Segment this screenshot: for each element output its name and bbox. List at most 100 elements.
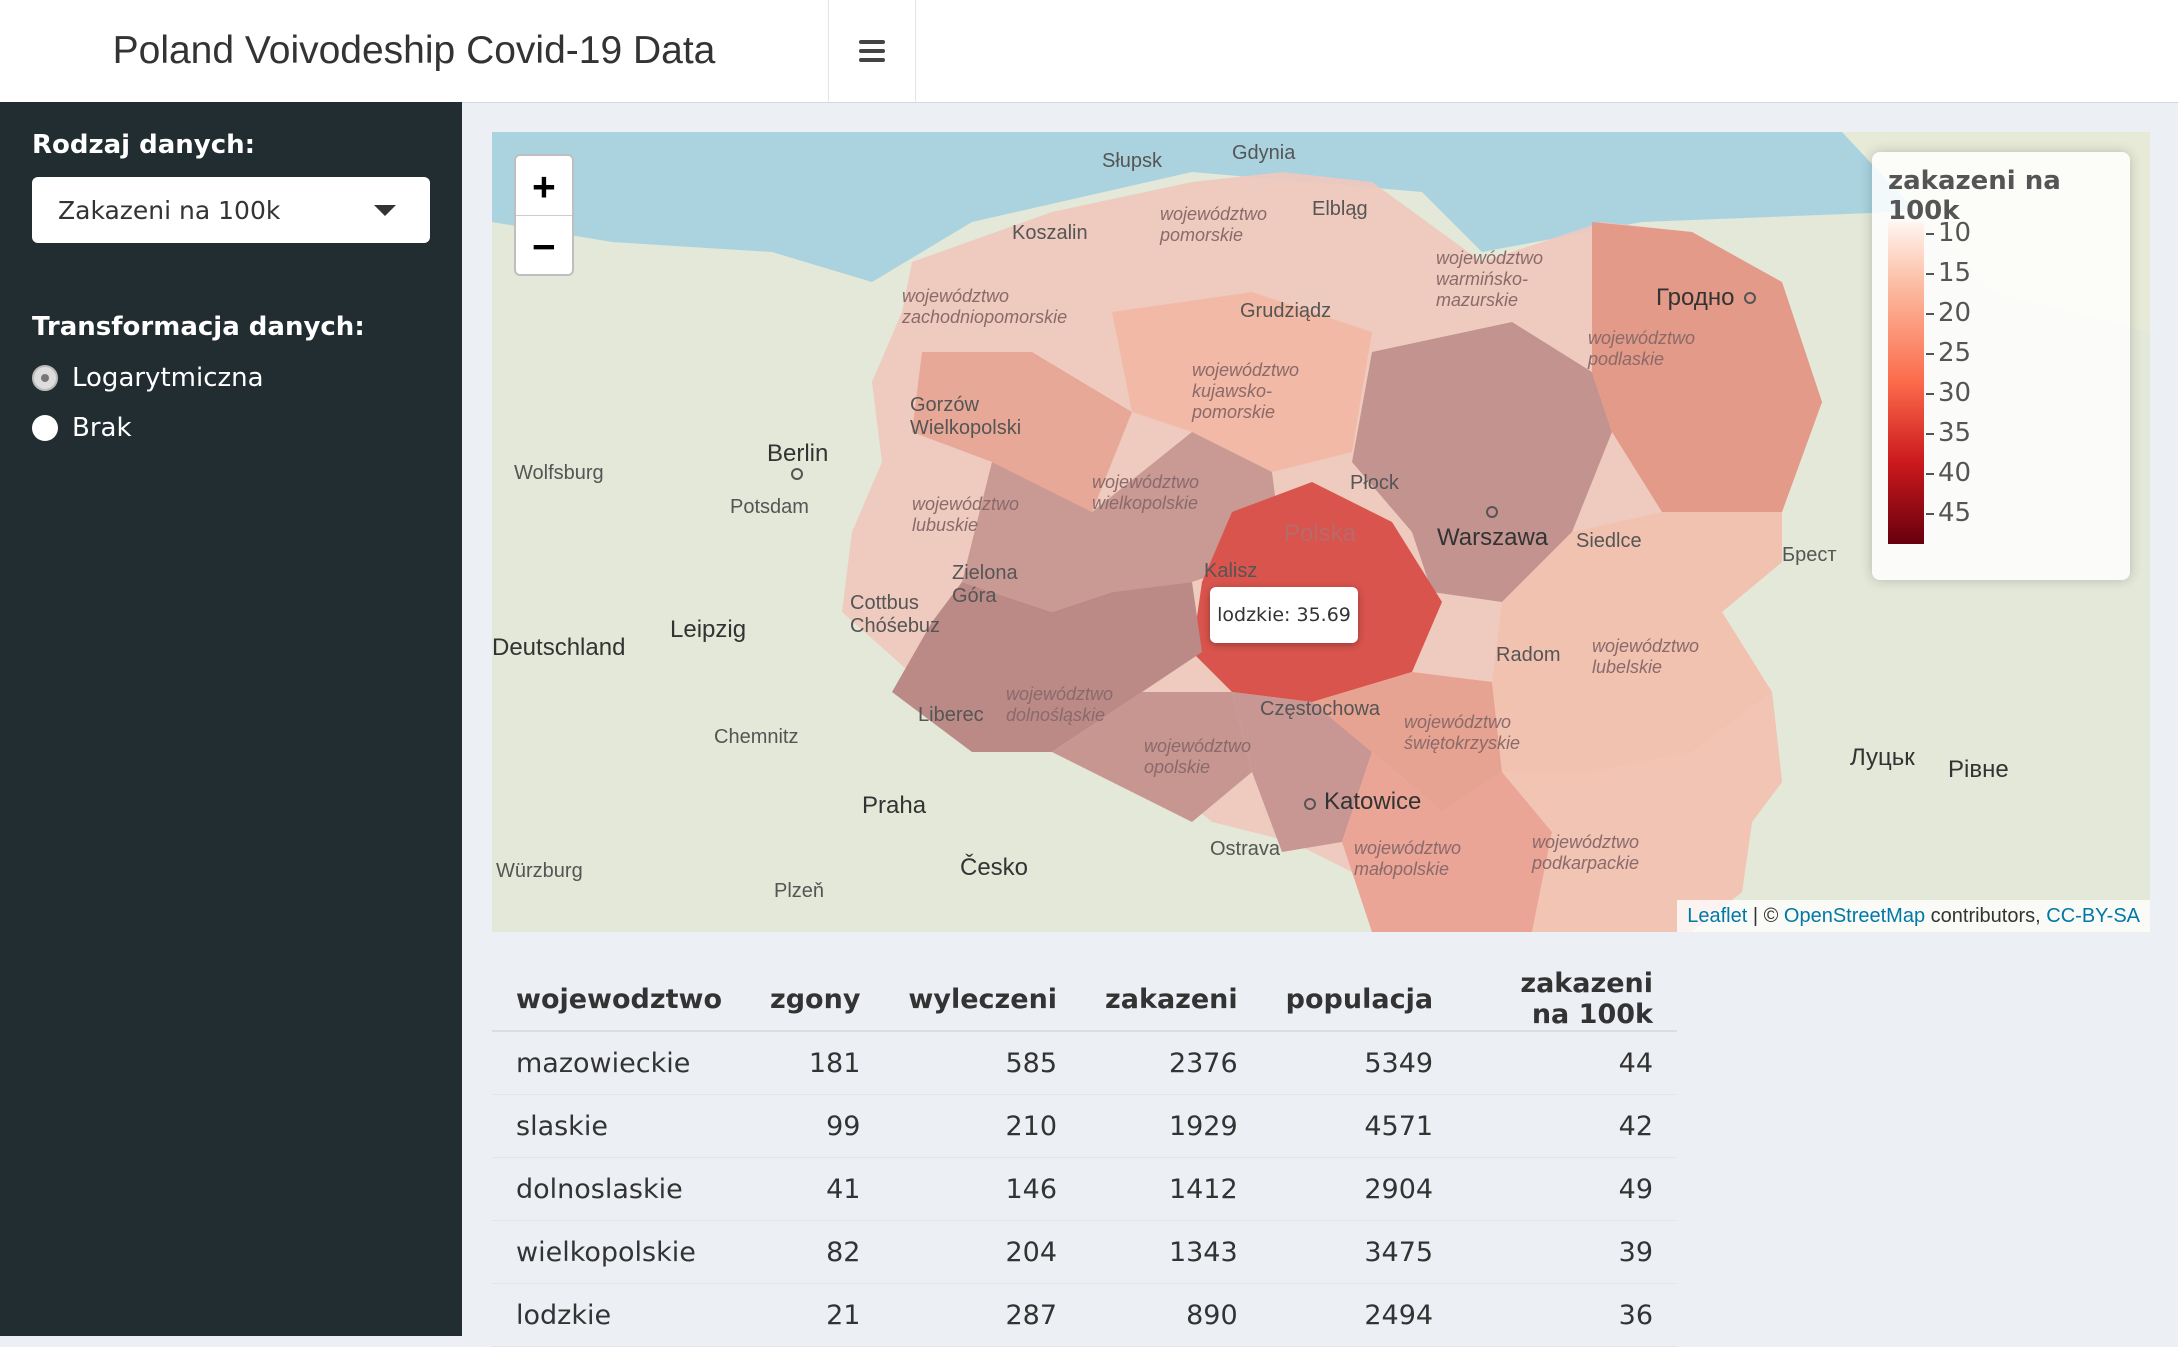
table-cell: slaskie bbox=[492, 1094, 746, 1158]
map-label-kalisz: Kalisz bbox=[1204, 560, 1258, 582]
region-label-kujawsko-pomorskie: województwo kujawsko-pomorskie bbox=[1192, 360, 1300, 422]
column-header[interactable]: zgony bbox=[746, 968, 885, 1032]
legend-color-bar bbox=[1888, 222, 1924, 544]
map-label-katowice: Katowice bbox=[1324, 788, 1422, 815]
sidebar: Rodzaj danych: Zakazeni na 100k Transfor… bbox=[0, 102, 462, 1336]
table-row: wielkopolskie 82 204 1343 3475 39 bbox=[492, 1220, 1677, 1284]
table-cell: 42 bbox=[1457, 1094, 1677, 1158]
map-label-wurzburg: Würzburg bbox=[496, 860, 583, 882]
table-cell: 2494 bbox=[1261, 1283, 1458, 1347]
map-label-cesko: Česko bbox=[960, 854, 1029, 881]
data-type-label: Rodzaj danych: bbox=[32, 130, 256, 160]
table-row: dolnoslaskie 41 146 1412 2904 49 bbox=[492, 1157, 1677, 1221]
legend-tick: 25 bbox=[1926, 338, 1971, 368]
map-label-cottbus: Cottbus Chóśebuz bbox=[850, 592, 941, 637]
column-header[interactable]: populacja bbox=[1261, 968, 1458, 1032]
table-header-row: wojewodztwo zgony wyleczeni zakazeni pop… bbox=[492, 968, 1677, 1032]
table-cell: 44 bbox=[1457, 1031, 1677, 1095]
region-label-swietokrzyskie: województwo świętokrzyskie bbox=[1404, 712, 1521, 753]
leaflet-map[interactable]: Słupsk Gdynia Elbląg Koszalin Grudziądz … bbox=[492, 132, 2150, 932]
legend-tick: 40 bbox=[1926, 458, 1971, 488]
radio-checked-icon[interactable] bbox=[32, 365, 58, 391]
table-cell: 82 bbox=[746, 1220, 885, 1284]
region-label-lubuskie: województwo lubuskie bbox=[912, 494, 1020, 535]
radio-unchecked-icon[interactable] bbox=[32, 415, 58, 441]
table-cell: 99 bbox=[746, 1094, 885, 1158]
legend-title: zakazeni na 100k bbox=[1888, 166, 2061, 226]
table-cell: 36 bbox=[1457, 1283, 1677, 1347]
table-cell: 5349 bbox=[1261, 1031, 1458, 1095]
data-type-select[interactable]: Zakazeni na 100k bbox=[32, 177, 430, 243]
radio-brak[interactable]: Brak bbox=[32, 413, 132, 443]
map-label-czestochowa: Częstochowa bbox=[1260, 698, 1381, 720]
map-label-warszawa: Warszawa bbox=[1437, 524, 1549, 551]
map-label-deutschland: Deutschland bbox=[492, 634, 626, 661]
legend-tick: 35 bbox=[1926, 418, 1971, 448]
legend-tick: 30 bbox=[1926, 378, 1971, 408]
map-label-grodno: Гродно bbox=[1656, 284, 1735, 311]
zoom-in-button[interactable]: + bbox=[516, 156, 572, 216]
table-cell: 1343 bbox=[1081, 1220, 1262, 1284]
map-label-rivne: Рівне bbox=[1948, 756, 2009, 783]
map-label-chemnitz: Chemnitz bbox=[714, 726, 799, 748]
column-header[interactable]: zakazeni na 100k bbox=[1457, 968, 1677, 1032]
map-label-wolfsburg: Wolfsburg bbox=[514, 462, 604, 484]
table-cell: 2376 bbox=[1081, 1031, 1262, 1095]
table-cell: 39 bbox=[1457, 1220, 1677, 1284]
chevron-down-icon bbox=[374, 205, 396, 216]
map-label-slupsk: Słupsk bbox=[1102, 150, 1163, 172]
region-tooltip: lodzkie: 35.69 bbox=[1210, 587, 1358, 643]
table-cell: 181 bbox=[746, 1031, 885, 1095]
map-label-ostrava: Ostrava bbox=[1210, 838, 1281, 860]
map-label-gdynia: Gdynia bbox=[1232, 142, 1296, 164]
map-label-lutsk: Луцьк bbox=[1850, 744, 1915, 771]
column-header[interactable]: zakazeni bbox=[1081, 968, 1262, 1032]
region-label-malopolskie: województwo małopolskie bbox=[1354, 838, 1462, 879]
region-label-podlaskie: województwo podlaskie bbox=[1588, 328, 1696, 369]
app-header: Poland Voivodeship Covid-19 Data bbox=[0, 0, 2178, 103]
region-label-zachodniopomorskie: województwo zachodniopomorskie bbox=[902, 286, 1068, 327]
column-header[interactable]: wojewodztwo bbox=[492, 968, 746, 1032]
osm-link[interactable]: OpenStreetMap bbox=[1784, 905, 1925, 928]
radio-label: Logarytmiczna bbox=[72, 363, 264, 393]
table-cell: 1412 bbox=[1081, 1157, 1262, 1221]
sidebar-toggle-button[interactable] bbox=[828, 0, 916, 102]
hamburger-icon bbox=[859, 35, 885, 67]
data-table: wojewodztwo zgony wyleczeni zakazeni pop… bbox=[492, 968, 1677, 1347]
map-label-zielona-gora: Zielona Góra bbox=[952, 562, 1018, 607]
radio-logarytmiczna[interactable]: Logarytmiczna bbox=[32, 363, 264, 393]
table-cell: 2904 bbox=[1261, 1157, 1458, 1221]
attribution-sep: | © bbox=[1747, 904, 1784, 927]
region-label-dolnoslaskie: województwo dolnośląskie bbox=[1006, 684, 1114, 725]
map-label-elblag: Elbląg bbox=[1312, 198, 1368, 220]
table-cell: 146 bbox=[884, 1157, 1082, 1221]
map-label-gorzow: Gorzów Wielkopolski bbox=[910, 394, 1022, 439]
region-label-lubelskie: województwo lubelskie bbox=[1592, 636, 1700, 677]
table-row: slaskie 99 210 1929 4571 42 bbox=[492, 1094, 1677, 1158]
map-label-berlin: Berlin bbox=[767, 440, 829, 467]
map-label-radom: Radom bbox=[1496, 644, 1561, 666]
table-cell: 1929 bbox=[1081, 1094, 1262, 1158]
table-cell: mazowieckie bbox=[492, 1031, 746, 1095]
leaflet-link[interactable]: Leaflet bbox=[1687, 905, 1747, 928]
table-cell: 49 bbox=[1457, 1157, 1677, 1221]
column-header[interactable]: wyleczeni bbox=[884, 968, 1082, 1032]
map-label-plzen: Plzeň bbox=[774, 880, 825, 902]
table-cell: 21 bbox=[746, 1283, 885, 1347]
map-legend: zakazeni na 100k 10 15 20 25 30 35 40 45 bbox=[1872, 152, 2130, 580]
zoom-control: + − bbox=[514, 154, 574, 276]
map-label-praha: Praha bbox=[862, 792, 927, 819]
table-cell: 287 bbox=[884, 1283, 1082, 1347]
table-cell: 4571 bbox=[1261, 1094, 1458, 1158]
map-label-polska: Polska bbox=[1284, 520, 1357, 547]
legend-tick: 10 bbox=[1926, 218, 1971, 248]
radio-label: Brak bbox=[72, 413, 132, 443]
table-cell: dolnoslaskie bbox=[492, 1157, 746, 1221]
region-label-opolskie: województwo opolskie bbox=[1144, 736, 1252, 777]
region-label-warminsko-mazurskie: województwo warmińsko-mazurskie bbox=[1436, 248, 1544, 310]
table-cell: 3475 bbox=[1261, 1220, 1458, 1284]
region-label-wielkopolskie: województwo wielkopolskie bbox=[1092, 472, 1200, 513]
license-link[interactable]: CC-BY-SA bbox=[2046, 905, 2140, 928]
table-cell: 210 bbox=[884, 1094, 1082, 1158]
zoom-out-button[interactable]: − bbox=[516, 216, 572, 275]
